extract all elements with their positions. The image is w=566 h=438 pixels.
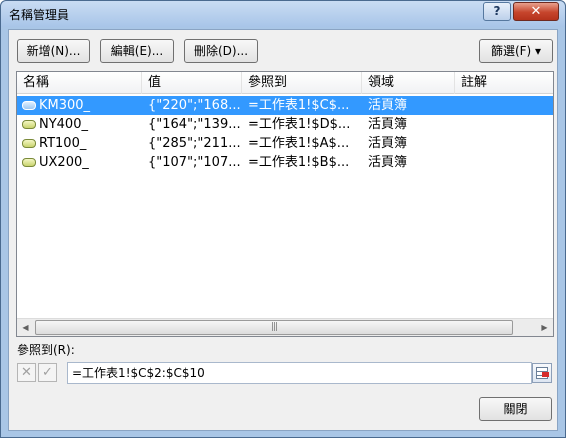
cancel-edit-icon[interactable]: ✕ xyxy=(17,363,36,382)
row-refers-to: =工作表1!$A$... xyxy=(248,136,350,151)
scroll-right-icon[interactable]: ▶ xyxy=(536,319,553,336)
edit-button[interactable]: 編輯(E)... xyxy=(100,39,174,63)
list-row[interactable]: UX200_ {"107";"107... =工作表1!$B$... 活頁簿 xyxy=(17,153,553,172)
row-name: NY400_ xyxy=(39,117,88,132)
row-refers-to: =工作表1!$C$... xyxy=(248,98,350,113)
defined-name-icon xyxy=(22,120,36,129)
row-name: RT100_ xyxy=(39,136,87,151)
delete-button[interactable]: 刪除(D)... xyxy=(184,39,258,63)
row-name: UX200_ xyxy=(39,155,89,170)
defined-name-icon xyxy=(22,101,36,110)
refers-to-input[interactable]: =工作表1!$C$2:$C$10 xyxy=(67,362,532,384)
row-scope: 活頁簿 xyxy=(368,136,408,151)
dialog-body: 新增(N)... 編輯(E)... 刪除(D)... 篩選(F) ▾ 名稱 值 … xyxy=(8,29,558,431)
list-row[interactable]: NY400_ {"164";"139... =工作表1!$D$... 活頁簿 xyxy=(17,115,553,134)
dialog-title: 名稱管理員 xyxy=(9,8,70,22)
refers-to-label: 參照到(R): xyxy=(17,343,75,357)
row-comment xyxy=(461,153,551,172)
column-header-name[interactable]: 名稱 xyxy=(17,72,142,94)
row-value: {"164";"139... xyxy=(148,117,240,132)
row-comment xyxy=(461,115,551,134)
names-list[interactable]: 名稱 值 參照到 領域 註解 KM300_ {"220";"168... =工作… xyxy=(16,71,554,337)
defined-name-icon xyxy=(22,139,36,148)
horizontal-scrollbar[interactable]: ◀ ||| ▶ xyxy=(17,318,553,336)
list-row[interactable]: RT100_ {"285";"211... =工作表1!$A$... 活頁簿 xyxy=(17,134,553,153)
row-value: {"220";"168... xyxy=(148,98,240,113)
filter-button[interactable]: 篩選(F) ▾ xyxy=(479,39,553,63)
help-button[interactable]: ? xyxy=(483,2,511,21)
row-refers-to: =工作表1!$D$... xyxy=(248,117,351,132)
column-header-value[interactable]: 值 xyxy=(142,72,242,94)
name-manager-dialog: 名稱管理員 ? ✕ 新增(N)... 編輯(E)... 刪除(D)... 篩選(… xyxy=(0,0,566,438)
collapse-dialog-button[interactable] xyxy=(532,363,552,383)
row-value: {"107";"107... xyxy=(148,155,240,170)
row-comment xyxy=(461,134,551,153)
scroll-left-icon[interactable]: ◀ xyxy=(17,319,34,336)
row-value: {"285";"211... xyxy=(148,136,240,151)
confirm-edit-icon[interactable]: ✓ xyxy=(38,363,57,382)
close-window-button[interactable]: ✕ xyxy=(513,2,559,21)
range-select-marker-icon xyxy=(542,372,549,377)
scroll-thumb[interactable]: ||| xyxy=(35,320,513,335)
column-header-refers-to[interactable]: 參照到 xyxy=(242,72,362,94)
row-scope: 活頁簿 xyxy=(368,98,408,113)
row-scope: 活頁簿 xyxy=(368,155,408,170)
list-row[interactable]: KM300_ {"220";"168... =工作表1!$C$... 活頁簿 xyxy=(17,96,553,115)
new-button[interactable]: 新增(N)... xyxy=(17,39,90,63)
defined-name-icon xyxy=(22,158,36,167)
close-button[interactable]: 關閉 xyxy=(479,397,552,421)
row-comment xyxy=(461,96,551,115)
column-header-comment[interactable]: 註解 xyxy=(455,72,553,94)
row-name: KM300_ xyxy=(39,98,91,113)
title-bar: 名稱管理員 ? ✕ xyxy=(1,1,565,27)
list-header: 名稱 值 參照到 領域 註解 xyxy=(17,72,553,94)
row-refers-to: =工作表1!$B$... xyxy=(248,155,350,170)
column-header-scope[interactable]: 領域 xyxy=(362,72,455,94)
row-scope: 活頁簿 xyxy=(368,117,408,132)
